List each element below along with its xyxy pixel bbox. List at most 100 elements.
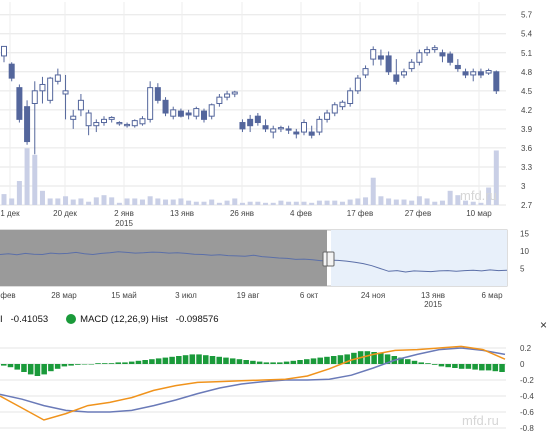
x-tick-label: 10 мар xyxy=(466,209,492,218)
volume-bar xyxy=(278,200,284,205)
volume-bar xyxy=(409,200,415,205)
macd-hist-bar xyxy=(1,364,7,366)
volume-bar xyxy=(101,195,107,205)
candle-down xyxy=(454,64,461,70)
volume-bar xyxy=(355,198,361,205)
candle-down xyxy=(8,63,15,79)
x-tick-label: 1 дек xyxy=(0,209,20,218)
candle-up xyxy=(431,47,438,51)
volume-bar xyxy=(339,201,345,205)
candle-down xyxy=(285,128,292,131)
candle-up xyxy=(170,109,177,117)
legend-label: MACD (12,26,9) Hist xyxy=(80,313,168,325)
macd-hist-bar xyxy=(14,364,20,370)
macd-hist-bar xyxy=(68,364,74,366)
candle-down xyxy=(293,131,300,135)
macd-hist-bar xyxy=(378,352,384,364)
volume-bar xyxy=(416,196,422,205)
macd-hist-bar xyxy=(149,359,155,364)
macd-hist-bar xyxy=(472,364,478,370)
volume-bar xyxy=(224,200,230,205)
candle-down xyxy=(239,122,246,130)
macd-hist-bar xyxy=(485,364,492,371)
macd-hist-bar xyxy=(102,363,108,364)
candle-up xyxy=(401,71,407,76)
macd-hist-bar xyxy=(418,362,424,364)
navigator-handle-right[interactable] xyxy=(326,251,335,267)
volume-bar xyxy=(116,202,122,205)
macd-panel: 0.2 0 -0.2 -0.4 -0.6 -0.8 mfd.ru xyxy=(0,344,534,433)
candle-up xyxy=(139,118,146,125)
navigator-x-tick-label: фев xyxy=(0,291,15,300)
macd-hist-bar xyxy=(34,364,41,376)
y-tick-label: 3.9 xyxy=(521,125,533,134)
macd-y-tick-label: -0.8 xyxy=(520,424,534,433)
volume-bar xyxy=(124,198,130,205)
macd-hist-bar xyxy=(465,364,472,369)
volume-bar xyxy=(86,201,92,205)
macd-hist-bar xyxy=(7,364,14,368)
candle-up xyxy=(339,101,346,108)
macd-hist-bar xyxy=(162,357,169,364)
candle-up xyxy=(470,71,477,76)
volume-bar xyxy=(263,202,269,205)
candle-down xyxy=(201,110,207,120)
macd-hist-bar xyxy=(142,360,148,364)
candle-up xyxy=(47,77,54,101)
macd-hist-bar xyxy=(250,360,256,364)
candle-up xyxy=(116,122,123,125)
close-icon[interactable]: × xyxy=(540,318,547,332)
macd-hist-bar xyxy=(364,351,371,364)
navigator-panel[interactable]: 15 10 5 фев 28 мар 15 май 3 июл 19 авг 6 окт 24 н… xyxy=(0,229,529,310)
macd-hist-bar xyxy=(452,364,458,368)
macd-y-tick-label: -0.6 xyxy=(520,408,534,417)
x-tick-label: 17 фев xyxy=(347,209,373,218)
volume-bar xyxy=(47,198,53,205)
candle-up xyxy=(231,91,238,95)
volume-bar xyxy=(9,198,15,205)
navigator-x-tick-label: 3 июл xyxy=(175,291,197,300)
macd-hist-bar xyxy=(216,356,222,364)
volume-bar xyxy=(309,202,315,205)
volume-bar xyxy=(147,196,153,205)
candle-up xyxy=(193,108,200,117)
volume-bar xyxy=(63,196,69,205)
macd-hist-bar xyxy=(499,364,505,372)
macd-hist-bar xyxy=(169,356,175,364)
macd-hist-bar xyxy=(75,364,81,365)
candle-down xyxy=(308,131,315,136)
candle-up xyxy=(62,90,69,95)
macd-hist-bar xyxy=(122,362,128,364)
candle-up xyxy=(347,90,354,104)
volume-bar xyxy=(109,197,115,205)
macd-hist-bar xyxy=(182,355,189,364)
macd-hist-bar xyxy=(108,363,115,364)
volume-bar xyxy=(270,202,276,205)
volume-bar xyxy=(132,198,138,205)
macd-y-tick-label: 0.2 xyxy=(520,344,532,353)
volume-bar xyxy=(239,202,245,205)
hist-legend-dot xyxy=(66,314,77,324)
candle-up xyxy=(54,74,61,82)
candle-down xyxy=(162,99,169,114)
macd-y-tick-label: -0.2 xyxy=(520,376,534,385)
navigator-year-label: 2015 xyxy=(424,300,442,309)
candle-down xyxy=(377,55,384,60)
volume-bar xyxy=(439,200,445,205)
macd-hist-bar xyxy=(209,356,216,364)
navigator-x-tick-label: 15 май xyxy=(111,291,137,300)
watermark: mfd.ru xyxy=(460,188,497,203)
macd-hist-bar xyxy=(88,364,95,365)
volume-bar xyxy=(155,198,161,205)
macd-legend: I -0.41053 MACD (12,26,9) Hist -0.098576 xyxy=(0,312,219,326)
volume-bar xyxy=(424,198,430,205)
candle-up xyxy=(131,120,138,127)
volume-bar xyxy=(70,199,76,205)
volume-bar xyxy=(16,181,22,205)
y-tick-label: 4.2 xyxy=(521,106,533,115)
volume-bar xyxy=(370,177,376,205)
candle-down xyxy=(462,71,469,76)
candle-down xyxy=(254,115,261,124)
x-tick-label: 4 фев xyxy=(290,209,312,218)
candle-up xyxy=(354,77,361,92)
